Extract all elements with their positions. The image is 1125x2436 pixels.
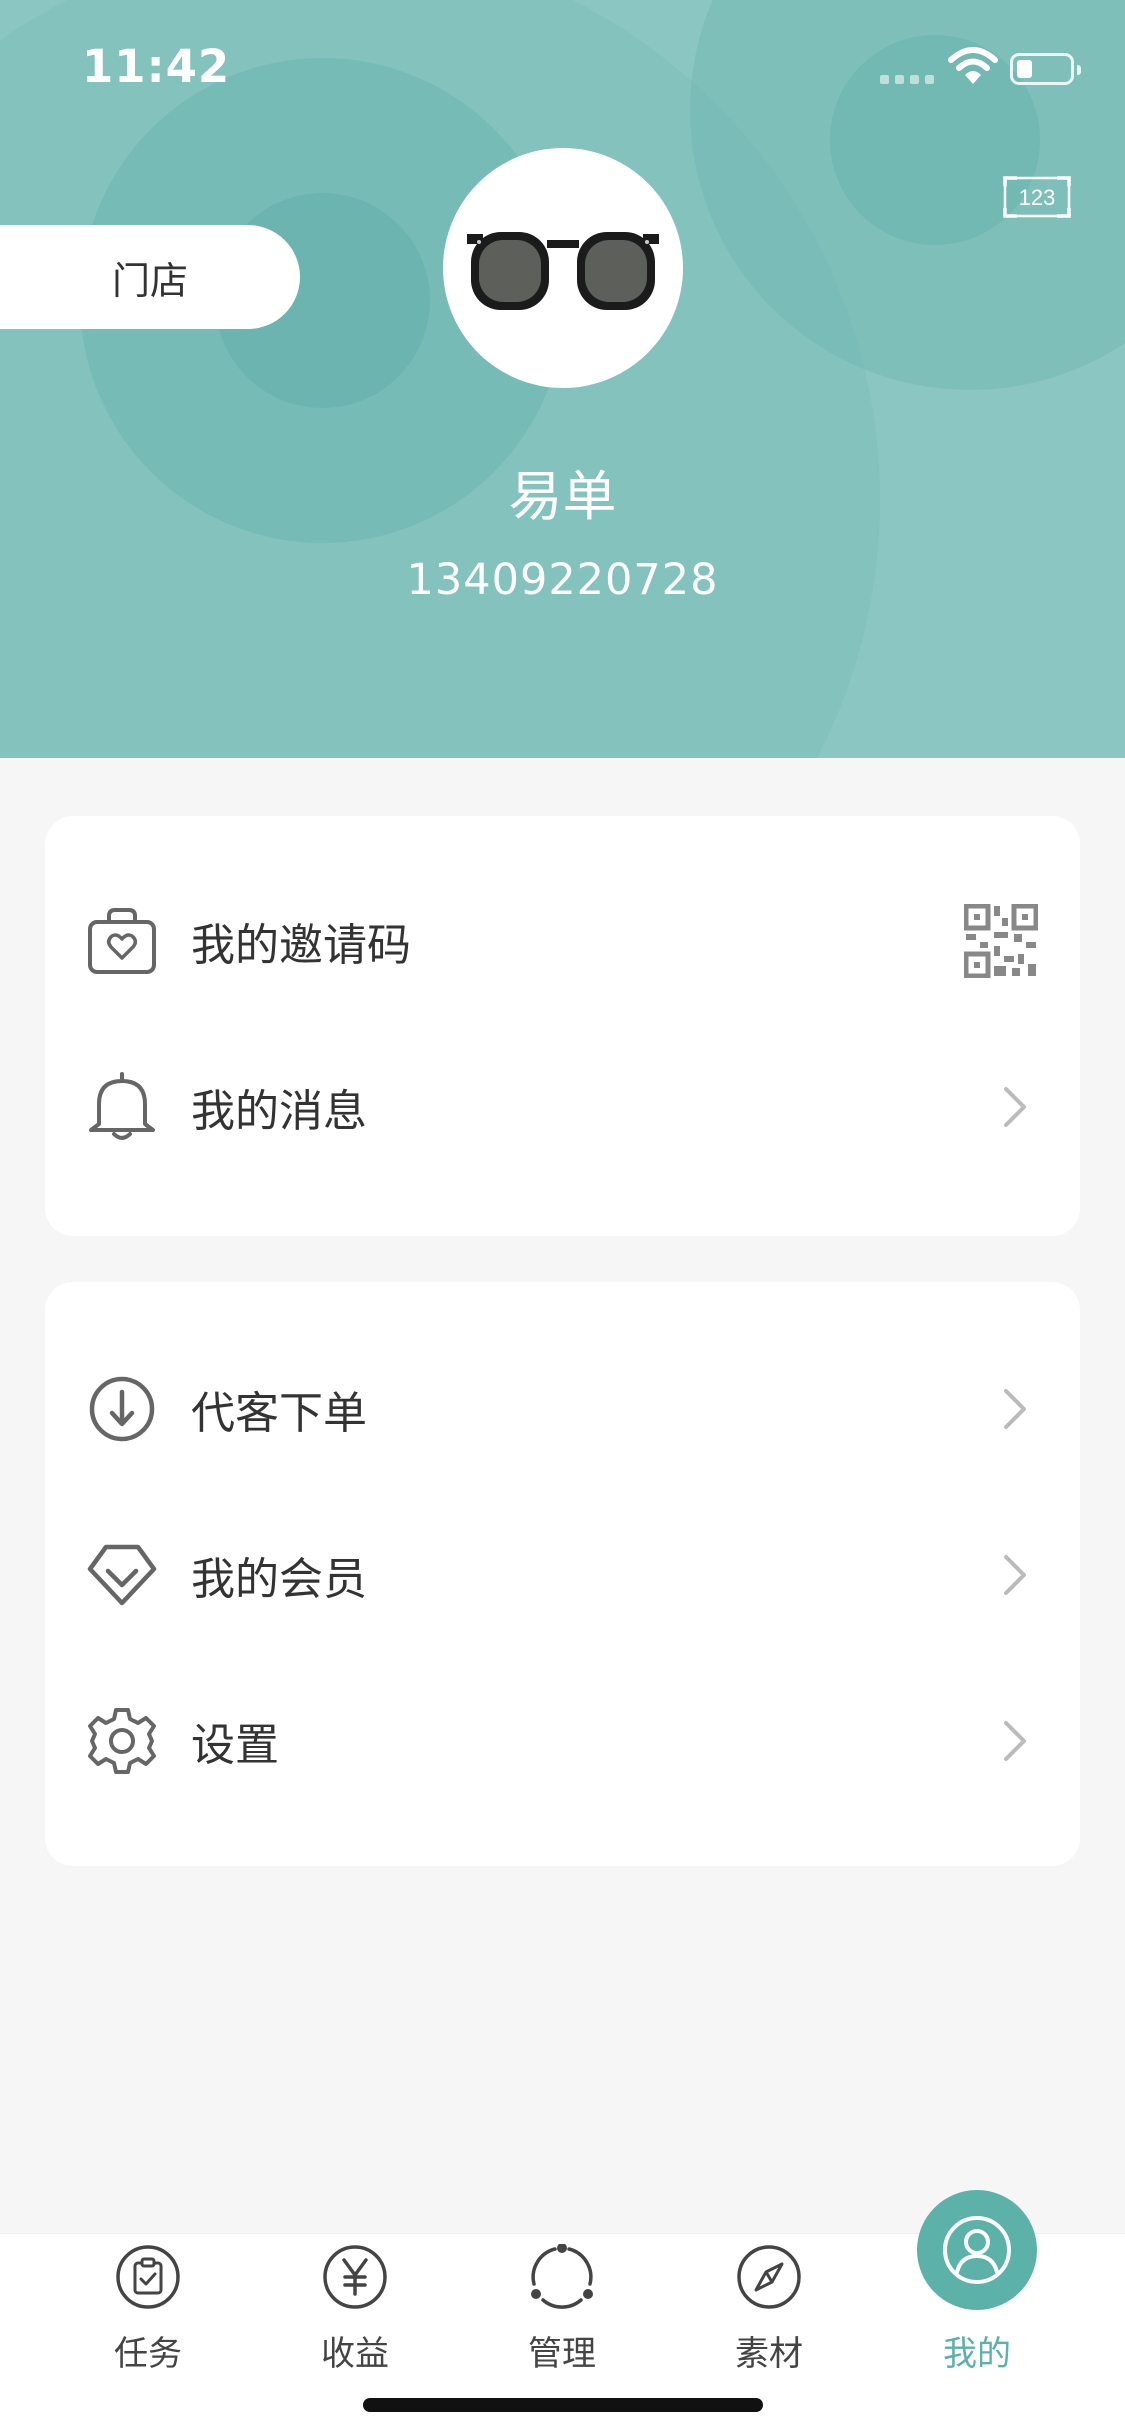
invite-bag-icon <box>88 907 156 974</box>
wifi-icon <box>948 47 998 84</box>
tab-tasks[interactable]: 任务 <box>68 2234 228 2394</box>
store-button[interactable]: 门店 <box>0 225 300 329</box>
manage-cycle-icon <box>531 2244 593 2309</box>
tab-materials[interactable]: 素材 <box>689 2234 849 2394</box>
menu-item-invite-code[interactable]: 我的邀请码 <box>45 858 1080 1023</box>
screen: 11:42 123 门店 易单 13409220728 我的邀请码 我的消息 代… <box>0 0 1125 2436</box>
menu-item-label: 设置 <box>191 1719 279 1771</box>
yen-circle-icon <box>323 2245 387 2309</box>
status-time: 11:42 <box>82 40 231 93</box>
menu-item-label: 代客下单 <box>191 1387 367 1439</box>
profile-header: 11:42 123 门店 易单 13409220728 <box>0 0 1125 758</box>
menu-item-members[interactable]: 我的会员 <box>45 1492 1080 1657</box>
avatar[interactable] <box>443 148 683 388</box>
menu-item-messages[interactable]: 我的消息 <box>45 1024 1080 1189</box>
sunglasses-avatar-icon <box>467 232 659 310</box>
phone-number: 13409220728 <box>406 555 719 605</box>
menu-card-secondary: 代客下单 我的会员 设置 <box>45 1282 1080 1866</box>
chevron-right-icon <box>1004 1086 1026 1127</box>
tab-manage[interactable]: 管理 <box>482 2234 642 2394</box>
signal-icon <box>880 75 934 84</box>
chevron-right-icon <box>1004 1388 1026 1429</box>
download-circle-icon <box>89 1376 155 1441</box>
chevron-right-icon <box>1004 1554 1026 1595</box>
qr-code-icon[interactable] <box>964 903 1038 978</box>
menu-item-label: 我的消息 <box>191 1085 367 1137</box>
tab-label: 素材 <box>735 2334 803 2374</box>
scan-number-icon[interactable]: 123 <box>1001 174 1073 220</box>
diamond-icon <box>87 1544 157 1605</box>
menu-item-settings[interactable]: 设置 <box>45 1658 1080 1823</box>
compass-icon <box>737 2245 801 2309</box>
battery-icon <box>1010 53 1081 85</box>
menu-item-label: 我的邀请码 <box>191 919 411 971</box>
tab-label: 任务 <box>114 2334 182 2374</box>
menu-item-label: 我的会员 <box>191 1553 367 1605</box>
gear-icon <box>88 1707 156 1774</box>
menu-item-place-order[interactable]: 代客下单 <box>45 1326 1080 1491</box>
tab-label: 我的 <box>943 2334 1011 2374</box>
tab-label: 收益 <box>321 2334 389 2374</box>
tab-label: 管理 <box>528 2334 596 2374</box>
scan-number-label: 123 <box>1019 185 1056 210</box>
tab-earnings[interactable]: 收益 <box>275 2234 435 2394</box>
tab-mine-active-bubble[interactable] <box>917 2190 1037 2310</box>
task-clipboard-icon <box>116 2245 180 2309</box>
menu-card-primary: 我的邀请码 我的消息 <box>45 816 1080 1236</box>
username: 易单 <box>508 465 617 528</box>
bell-icon <box>89 1071 155 1140</box>
chevron-right-icon <box>1004 1720 1026 1761</box>
store-label: 门店 <box>111 258 188 303</box>
profile-icon <box>943 2216 1011 2284</box>
home-indicator <box>363 2398 763 2412</box>
